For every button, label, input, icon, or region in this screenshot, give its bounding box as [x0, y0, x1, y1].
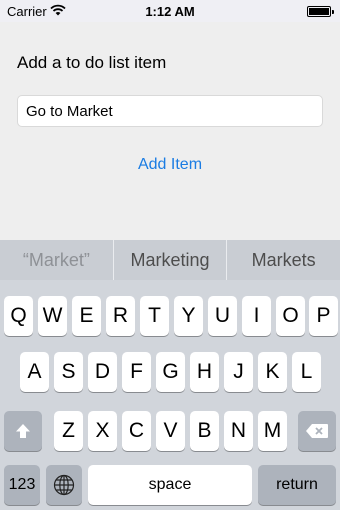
key-row-3: Z X C V B N M	[0, 411, 340, 451]
key-h[interactable]: H	[190, 352, 219, 392]
key-row-4: 123 space return	[0, 465, 340, 505]
key-w[interactable]: W	[38, 296, 67, 336]
key-r[interactable]: R	[106, 296, 135, 336]
key-l[interactable]: L	[292, 352, 321, 392]
key-c[interactable]: C	[122, 411, 151, 451]
suggestion-markets[interactable]: Markets	[227, 240, 340, 280]
space-key[interactable]: space	[88, 465, 252, 505]
suggestion-typed[interactable]: “Market”	[0, 240, 114, 280]
key-s[interactable]: S	[54, 352, 83, 392]
status-bar: Carrier 1:12 AM	[0, 0, 340, 22]
status-time: 1:12 AM	[145, 4, 195, 19]
todo-item-input[interactable]	[17, 95, 323, 127]
key-j[interactable]: J	[224, 352, 253, 392]
add-item-button[interactable]: Add Item	[0, 156, 340, 174]
key-x[interactable]: X	[88, 411, 117, 451]
key-i[interactable]: I	[242, 296, 271, 336]
key-b[interactable]: B	[190, 411, 219, 451]
key-v[interactable]: V	[156, 411, 185, 451]
key-y[interactable]: Y	[174, 296, 203, 336]
key-row-2: A S D F G H J K L	[0, 352, 340, 392]
key-n[interactable]: N	[224, 411, 253, 451]
key-k[interactable]: K	[258, 352, 287, 392]
numbers-key[interactable]: 123	[4, 465, 40, 505]
key-a[interactable]: A	[20, 352, 49, 392]
key-u[interactable]: U	[208, 296, 237, 336]
shift-key[interactable]	[4, 411, 42, 451]
key-q[interactable]: Q	[4, 296, 33, 336]
battery-nub	[332, 10, 334, 14]
return-key[interactable]: return	[258, 465, 336, 505]
battery-icon	[307, 6, 334, 17]
key-t[interactable]: T	[140, 296, 169, 336]
key-g[interactable]: G	[156, 352, 185, 392]
shift-icon	[14, 422, 32, 440]
key-f[interactable]: F	[122, 352, 151, 392]
key-row-1: Q W E R T Y U I O P	[0, 296, 340, 336]
suggestion-bar: “Market” Marketing Markets	[0, 240, 340, 280]
keyboard: “Market” Marketing Markets Q W E R T Y U…	[0, 240, 340, 510]
key-z[interactable]: Z	[54, 411, 83, 451]
delete-icon	[305, 423, 329, 439]
globe-icon	[53, 474, 75, 496]
key-o[interactable]: O	[276, 296, 305, 336]
key-d[interactable]: D	[88, 352, 117, 392]
globe-key[interactable]	[46, 465, 82, 505]
suggestion-marketing[interactable]: Marketing	[114, 240, 228, 280]
key-p[interactable]: P	[309, 296, 338, 336]
main-content: Add a to do list item Add Item	[0, 22, 340, 240]
battery-fill	[309, 8, 329, 15]
delete-key[interactable]	[298, 411, 336, 451]
key-e[interactable]: E	[72, 296, 101, 336]
key-m[interactable]: M	[258, 411, 287, 451]
prompt-label: Add a to do list item	[17, 53, 167, 72]
